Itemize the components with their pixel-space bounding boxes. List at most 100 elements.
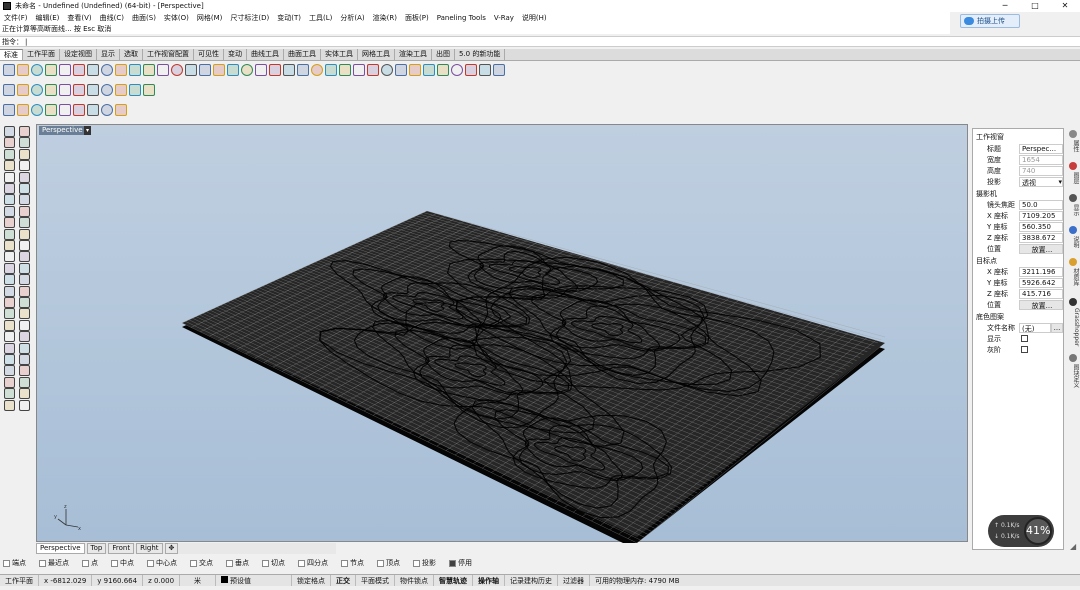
standard-command-8-icon[interactable]: [101, 64, 113, 76]
light-command-3-icon[interactable]: [31, 104, 43, 116]
render-command-2-icon[interactable]: [17, 84, 29, 96]
left-tool-25-icon[interactable]: [4, 262, 15, 274]
light-command-5-icon[interactable]: [59, 104, 71, 116]
tab-visibility[interactable]: 可见性: [194, 49, 224, 60]
status-layer[interactable]: 预设值: [216, 575, 293, 586]
osnap-checkbox[interactable]: [82, 559, 89, 567]
left-tool-8-icon[interactable]: [19, 160, 30, 172]
standard-command-17-icon[interactable]: [227, 64, 239, 76]
standard-command-9-icon[interactable]: [115, 64, 127, 76]
left-tool-18-icon[interactable]: [19, 217, 30, 229]
osnap-checkbox[interactable]: [147, 559, 154, 567]
left-tool-14-icon[interactable]: [19, 194, 30, 206]
left-tool-26-icon[interactable]: [19, 262, 30, 274]
osnap-1[interactable]: 端点: [0, 558, 26, 568]
command-line[interactable]: 指令： |: [0, 36, 1080, 47]
light-command-9-icon[interactable]: [115, 104, 127, 116]
status-toggle-planar[interactable]: 平面模式: [356, 575, 396, 586]
status-toggle-history[interactable]: 记录建构历史: [505, 575, 559, 586]
osnap-checkbox[interactable]: [3, 559, 10, 567]
osnap-3[interactable]: 点: [79, 558, 98, 568]
standard-command-18-icon[interactable]: [241, 64, 253, 76]
standard-command-26-icon[interactable]: [353, 64, 365, 76]
file-browse-button[interactable]: ...: [1051, 323, 1063, 333]
render-command-1-icon[interactable]: [3, 84, 15, 96]
status-cplane[interactable]: 工作平面: [0, 575, 39, 586]
left-tool-11-icon[interactable]: [4, 183, 15, 194]
standard-command-16-icon[interactable]: [213, 64, 225, 76]
left-tool-33-icon[interactable]: [4, 308, 15, 320]
prop-projection-select[interactable]: 透视 ▾: [1019, 177, 1063, 187]
standard-command-1-icon[interactable]: [3, 64, 15, 76]
viewport-menu-chevron-icon[interactable]: ▾: [84, 126, 91, 135]
menu-dimension[interactable]: 尺寸标注(D): [230, 13, 269, 23]
viewport-title[interactable]: Perspective: [39, 126, 86, 135]
left-tool-6-icon[interactable]: [19, 148, 30, 160]
light-command-2-icon[interactable]: [17, 104, 29, 116]
osnap-checkbox[interactable]: [226, 559, 233, 567]
render-command-10-icon[interactable]: [129, 84, 141, 96]
osnap-5[interactable]: 中心点: [144, 558, 177, 568]
left-tool-43-icon[interactable]: [4, 365, 15, 377]
osnap-13[interactable]: 停用: [446, 558, 472, 568]
left-tool-3-icon[interactable]: [4, 137, 15, 149]
standard-command-31-icon[interactable]: [423, 64, 435, 76]
prop-camera-x-field[interactable]: 7109.205: [1019, 211, 1063, 221]
render-command-3-icon[interactable]: [31, 84, 43, 96]
left-tool-31-icon[interactable]: [4, 297, 15, 308]
left-tool-28-icon[interactable]: [19, 274, 30, 286]
status-toggle-grid-snap[interactable]: 锁定格点: [292, 575, 332, 586]
standard-command-34-icon[interactable]: [465, 64, 477, 76]
left-tool-27-icon[interactable]: [4, 274, 15, 286]
tab-viewport-layout[interactable]: 工作视窗配置: [143, 49, 194, 60]
prop-lens-field[interactable]: 50.0: [1019, 200, 1063, 210]
standard-command-11-icon[interactable]: [143, 64, 155, 76]
standard-command-33-icon[interactable]: [451, 64, 463, 76]
side-tab-help[interactable]: 说明: [1066, 236, 1080, 248]
view-tab-top[interactable]: Top: [86, 543, 107, 554]
menu-tools[interactable]: 工具(L): [309, 13, 332, 23]
standard-command-29-icon[interactable]: [395, 64, 407, 76]
left-tool-19-icon[interactable]: [4, 228, 15, 240]
left-tool-39-icon[interactable]: [4, 342, 15, 354]
close-button[interactable]: ✕: [1050, 0, 1080, 12]
standard-command-25-icon[interactable]: [339, 64, 351, 76]
left-tool-40-icon[interactable]: [19, 342, 30, 354]
resize-grip-icon[interactable]: ◢: [1070, 542, 1078, 551]
left-tool-2-icon[interactable]: [19, 126, 30, 137]
standard-command-7-icon[interactable]: [87, 64, 99, 76]
osnap-checkbox[interactable]: [298, 559, 305, 567]
light-command-1-icon[interactable]: [3, 104, 15, 116]
standard-command-4-icon[interactable]: [45, 64, 57, 76]
osnap-12[interactable]: 投影: [410, 558, 436, 568]
standard-command-14-icon[interactable]: [185, 64, 197, 76]
tab-transform[interactable]: 变动: [224, 49, 247, 60]
viewport-perspective[interactable]: Perspective ▾ z x y: [36, 124, 968, 543]
tab-standard[interactable]: 标准: [0, 49, 23, 60]
side-tab-blocks[interactable]: 图块定义: [1066, 364, 1080, 388]
menu-vray[interactable]: V-Ray: [494, 14, 514, 22]
render-command-5-icon[interactable]: [59, 84, 71, 96]
osnap-checkbox[interactable]: [111, 559, 118, 567]
standard-command-30-icon[interactable]: [409, 64, 421, 76]
render-command-6-icon[interactable]: [73, 84, 85, 96]
menu-help[interactable]: 说明(H): [522, 13, 547, 23]
left-tool-4-icon[interactable]: [19, 137, 30, 149]
standard-command-28-icon[interactable]: [381, 64, 393, 76]
prop-title-field[interactable]: Perspec...: [1019, 144, 1063, 154]
standard-command-3-icon[interactable]: [31, 64, 43, 76]
osnap-2[interactable]: 最近点: [36, 558, 69, 568]
left-tool-1-icon[interactable]: [4, 126, 15, 137]
left-tool-17-icon[interactable]: [4, 217, 15, 229]
standard-command-19-icon[interactable]: [255, 64, 267, 76]
left-tool-13-icon[interactable]: [4, 194, 15, 206]
prop-target-y-field[interactable]: 5926.642: [1019, 278, 1063, 288]
standard-command-35-icon[interactable]: [479, 64, 491, 76]
tab-mesh-tools[interactable]: 网格工具: [358, 49, 395, 60]
side-tab-materials[interactable]: 材质库: [1066, 268, 1080, 286]
standard-command-15-icon[interactable]: [199, 64, 211, 76]
side-tab-grasshopper[interactable]: Grasshopper: [1066, 308, 1080, 346]
menu-view[interactable]: 查看(V): [67, 13, 91, 23]
tab-surface-tools[interactable]: 曲面工具: [284, 49, 321, 60]
standard-command-23-icon[interactable]: [311, 64, 323, 76]
